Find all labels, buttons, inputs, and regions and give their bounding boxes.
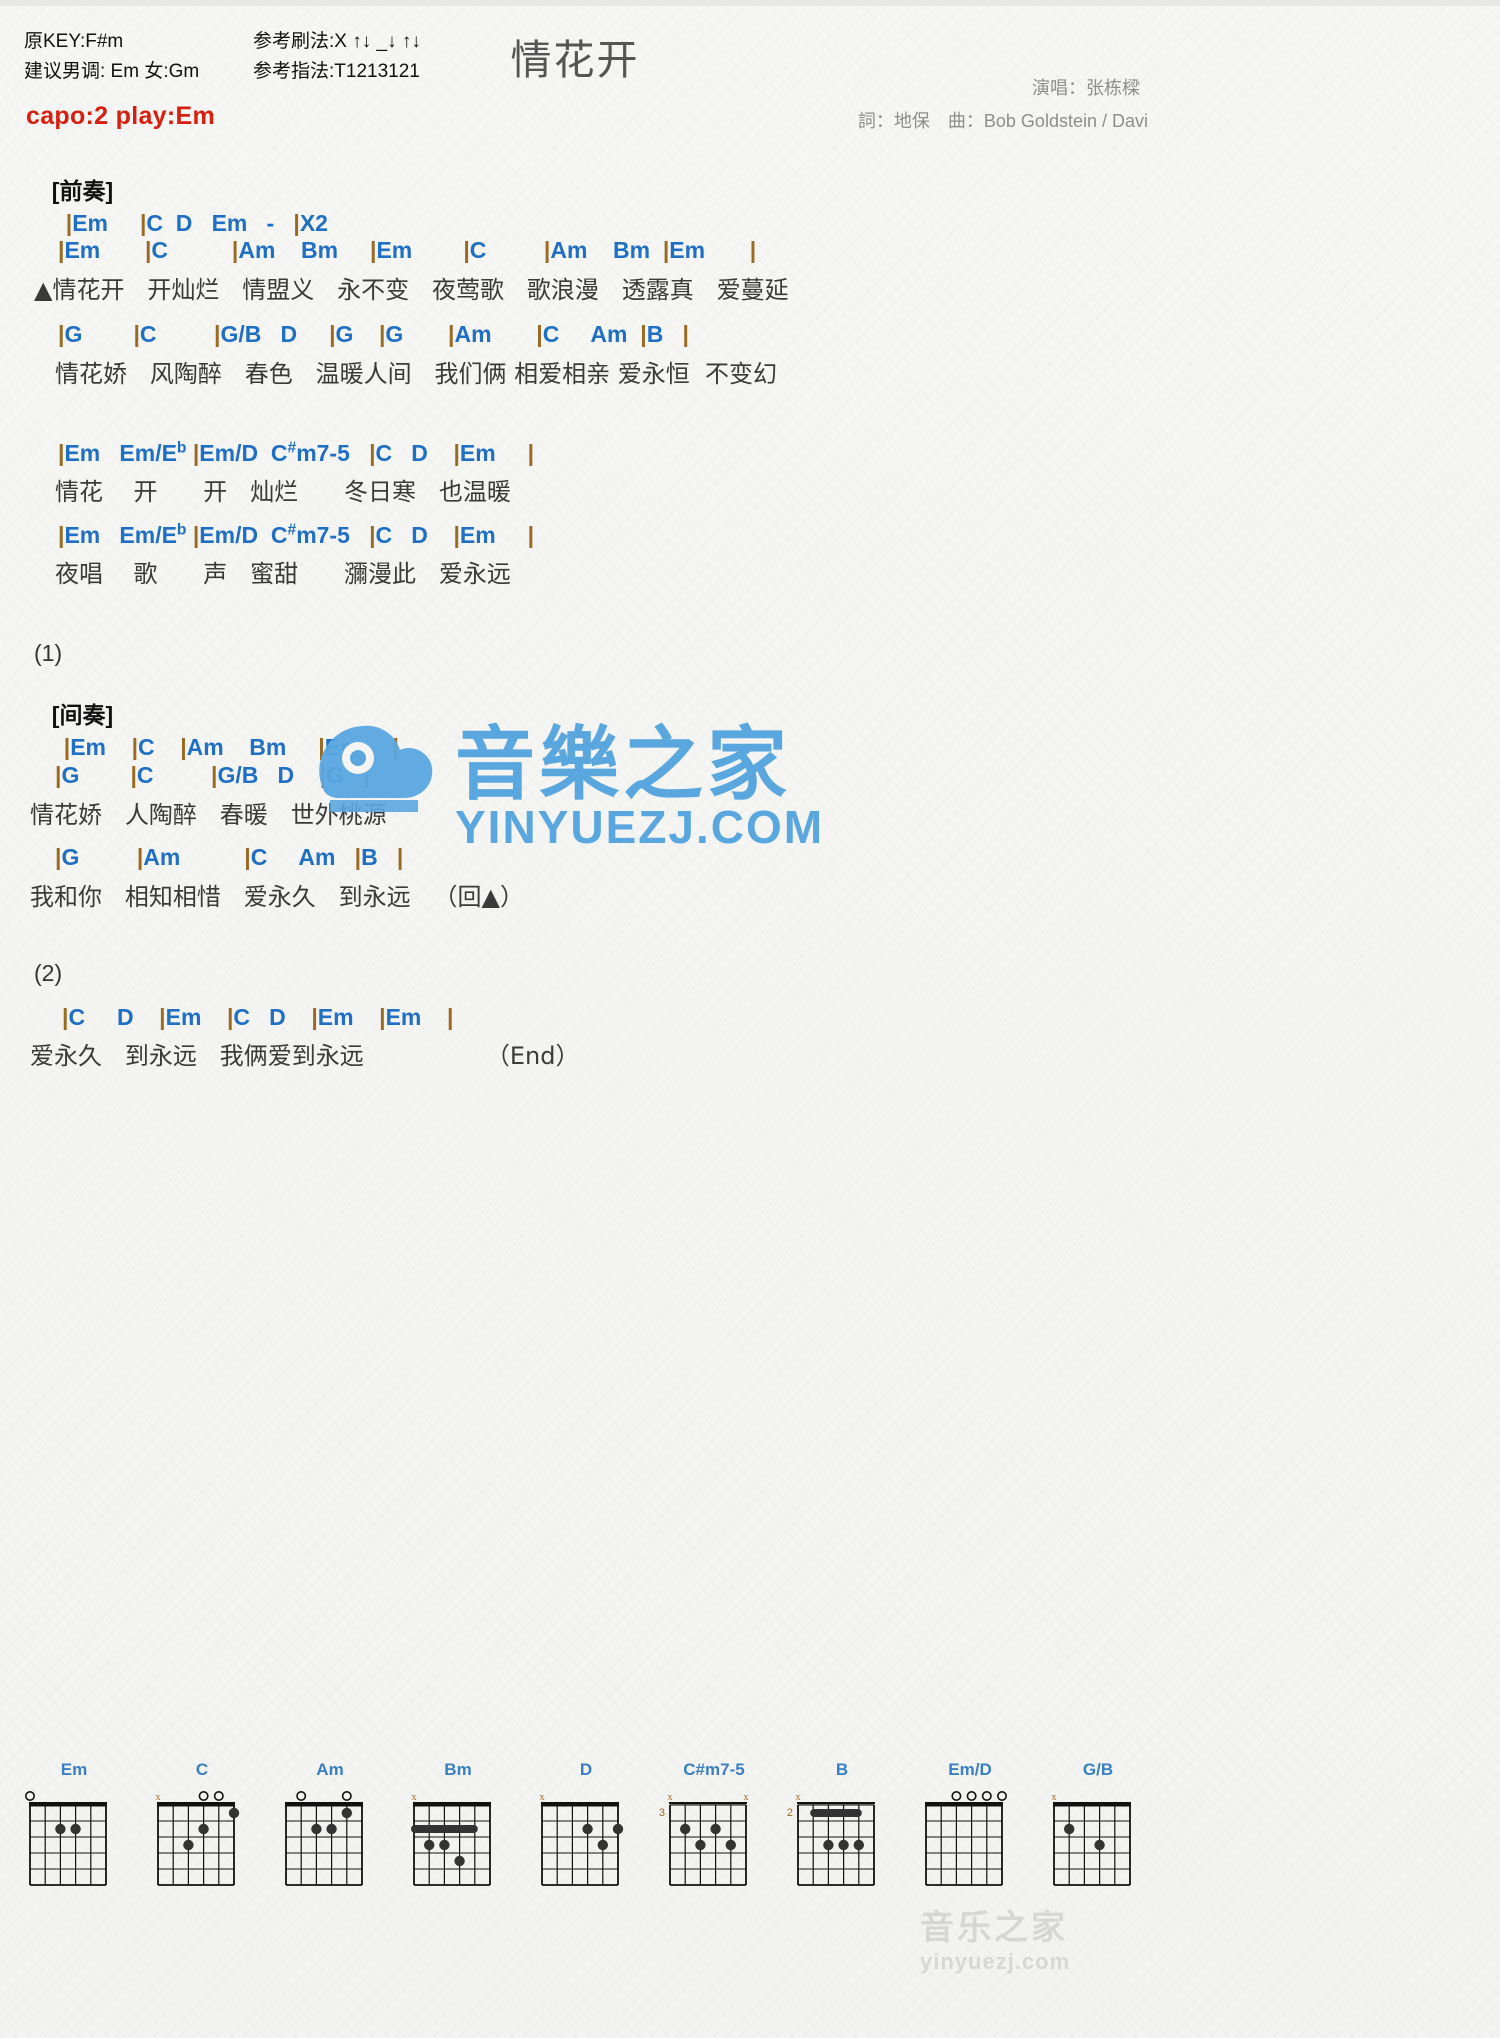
chord-diagram-D: Dx [530,1760,642,1899]
svg-text:x: x [796,1792,801,1803]
intro-tag: [前奏] [51,178,114,204]
chord-diagram-label: D [579,1760,593,1779]
chord-diagram-C-m7-5: C#m7-5 x x 3 [658,1760,770,1899]
chord-sheet-page: 原KEY:F#m 建议男调: Em 女:Gm 参考刷法:X ↑↓ _↓ ↑↓ 参… [0,0,1500,2038]
chord-diagram-label: Em [60,1760,88,1779]
chord-diagram-row: Em Cx Am Bm x Dx C#m7-5 x x 3 Bx 2 Em/D G/B x [0,1760,1160,1980]
chord-diagram-label: Em/D [948,1760,992,1779]
chord-diagram-Em: Em [18,1760,130,1899]
section1-line3-chords: |G |Am |C Am |B | [55,844,404,870]
svg-text:x: x [668,1792,673,1803]
svg-text:2: 2 [787,1807,793,1819]
verse2-line1-lyrics: 情花 开 开 灿烂 冬日寒 也温暖 [55,478,511,506]
verse1-line2-lyrics: 情花娇 风陶醉 春色 温暖人间 我们俩 相爱相亲 爱永恒 不变幻 [55,360,778,388]
svg-text:x: x [156,1792,161,1803]
writer-credit: 詞：地保 曲：Bob Goldstein / Davi [857,111,1148,131]
page-top-strip [0,0,1500,6]
chord-diagram-label: C#m7-5 [683,1760,745,1779]
capo-info: capo:2 play:Em [26,102,215,130]
verse1-line1-lyrics: ▲情花开 开灿烂 情盟义 永不变 夜莺歌 歌浪漫 透露真 爱蔓延 [34,276,789,304]
chord-diagram-label: Am [316,1760,344,1779]
watermark-logo-icon [300,700,450,835]
watermark-subtext: YINYUEZJ.COM [455,801,825,853]
verse2-line1-chords: |Em Em/Eb |Em/D C#m7-5 |C D |Em | [58,439,535,466]
section2-lyrics: 爱永久 到永远 我俩爱到永远 （End） [30,1042,580,1070]
chord-diagram-label: C [195,1760,209,1779]
verse2-line2-chords: |Em Em/Eb |Em/D C#m7-5 |C D |Em | [58,521,535,548]
singer-credit: 演唱：张栋樑 [1032,78,1140,98]
svg-text:x: x [540,1792,545,1803]
chord-diagram-C: Cx [146,1760,258,1899]
chord-diagram-B: Bx2 [786,1760,898,1899]
watermark-text: 音樂之家 [455,718,791,811]
verse1-line1-chords: |Em |C |Am Bm |Em |C |Am Bm |Em | [58,237,757,263]
svg-text:x: x [744,1792,749,1803]
chord-diagram-label: Bm [444,1760,472,1779]
verse1-line2-chords: |G |C |G/B D |G |G |Am |C Am |B | [58,321,689,347]
svg-text:x: x [1052,1792,1057,1803]
chord-diagram-G-B: G/B x [1042,1760,1154,1899]
verse2-line2-lyrics: 夜唱 歌 声 蜜甜 瀰漫此 爱永远 [55,560,511,588]
chord-diagram-Em-D: Em/D [914,1760,1026,1899]
chord-diagram-label: G/B [1082,1760,1114,1779]
svg-text:x: x [412,1792,417,1803]
section-1-number: (1) [34,640,63,666]
chord-diagram-label: B [835,1760,849,1779]
chord-diagram-Bm: Bm x [402,1760,514,1899]
section1-line3-lyrics: 我和你 相知相惜 爱永久 到永远 （回▲） [30,883,525,911]
chord-diagram-Am: Am [274,1760,386,1899]
page-title: 情花开 [510,36,640,84]
svg-text:3: 3 [659,1807,665,1819]
section-2-number: (2) [34,960,63,986]
section2-chords: |C D |Em |C D |Em |Em | [62,1004,454,1030]
interlude-tag: [间奏] [51,702,114,728]
